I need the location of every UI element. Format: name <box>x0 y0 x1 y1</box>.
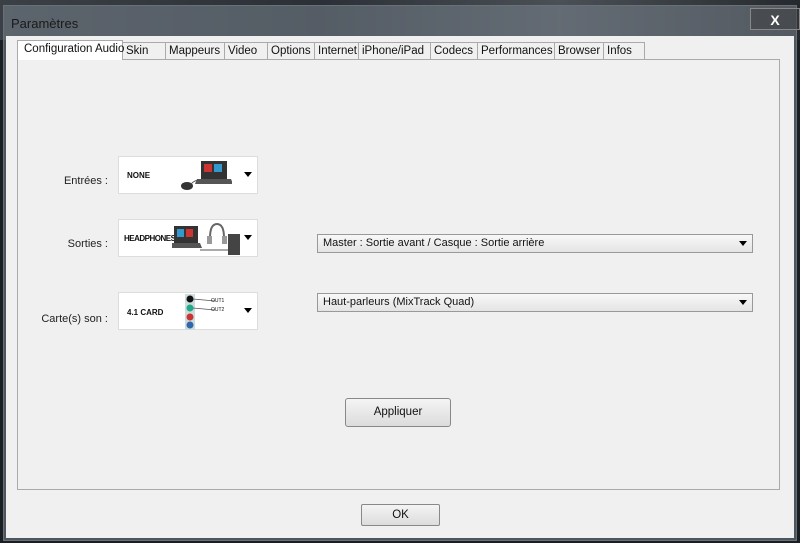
tab-options[interactable]: Options <box>267 42 315 60</box>
tab-iphone-ipad[interactable]: iPhone/iPad <box>358 42 431 60</box>
laptop-headphones-speaker-icon <box>172 222 240 255</box>
inputs-label: Entrées : <box>63 175 108 187</box>
output-routing-dropdown[interactable]: Master : Sortie avant / Casque : Sortie … <box>317 234 753 253</box>
out2-label: OUT2 <box>211 307 225 313</box>
ok-button[interactable]: OK <box>361 504 440 526</box>
tab-configuration-audio[interactable]: Configuration Audio <box>17 40 124 60</box>
soundcard-device-value: Haut-parleurs (MixTrack Quad) <box>323 296 475 308</box>
chevron-down-icon <box>739 300 747 305</box>
soundcard-value: 4.1 CARD <box>127 308 164 317</box>
inputs-selector[interactable]: NONE <box>118 156 258 194</box>
close-button[interactable]: X <box>750 8 800 30</box>
soundcard-device-dropdown[interactable]: Haut-parleurs (MixTrack Quad) <box>317 293 753 312</box>
outputs-label: Sorties : <box>67 238 108 250</box>
tab-browser[interactable]: Browser <box>554 42 604 60</box>
tab-internet[interactable]: Internet <box>314 42 359 60</box>
tab-codecs[interactable]: Codecs <box>430 42 478 60</box>
out1-label: OUT1 <box>211 298 225 304</box>
soundcard-label: Carte(s) son : <box>41 313 108 325</box>
tab-mappeurs[interactable]: Mappeurs <box>165 42 225 60</box>
soundcard-selector[interactable]: 4.1 CARD OUT1 OUT2 <box>118 292 258 330</box>
chevron-down-icon <box>244 235 252 240</box>
chevron-down-icon <box>244 308 252 313</box>
inputs-value: NONE <box>127 171 151 180</box>
chevron-down-icon <box>739 241 747 246</box>
outputs-selector[interactable]: HEADPHONES <box>118 219 258 257</box>
tab-infos[interactable]: Infos <box>603 42 645 60</box>
tab-video[interactable]: Video <box>224 42 268 60</box>
tab-performances[interactable]: Performances <box>477 42 555 60</box>
apply-button[interactable]: Appliquer <box>345 398 451 427</box>
outputs-value: HEADPHONES <box>124 234 176 243</box>
laptop-mouse-icon <box>181 161 232 190</box>
chevron-down-icon <box>244 172 252 177</box>
dialog-title: Paramètres <box>11 16 79 31</box>
tab-skin[interactable]: Skin <box>122 42 166 60</box>
output-routing-value: Master : Sortie avant / Casque : Sortie … <box>323 237 545 249</box>
